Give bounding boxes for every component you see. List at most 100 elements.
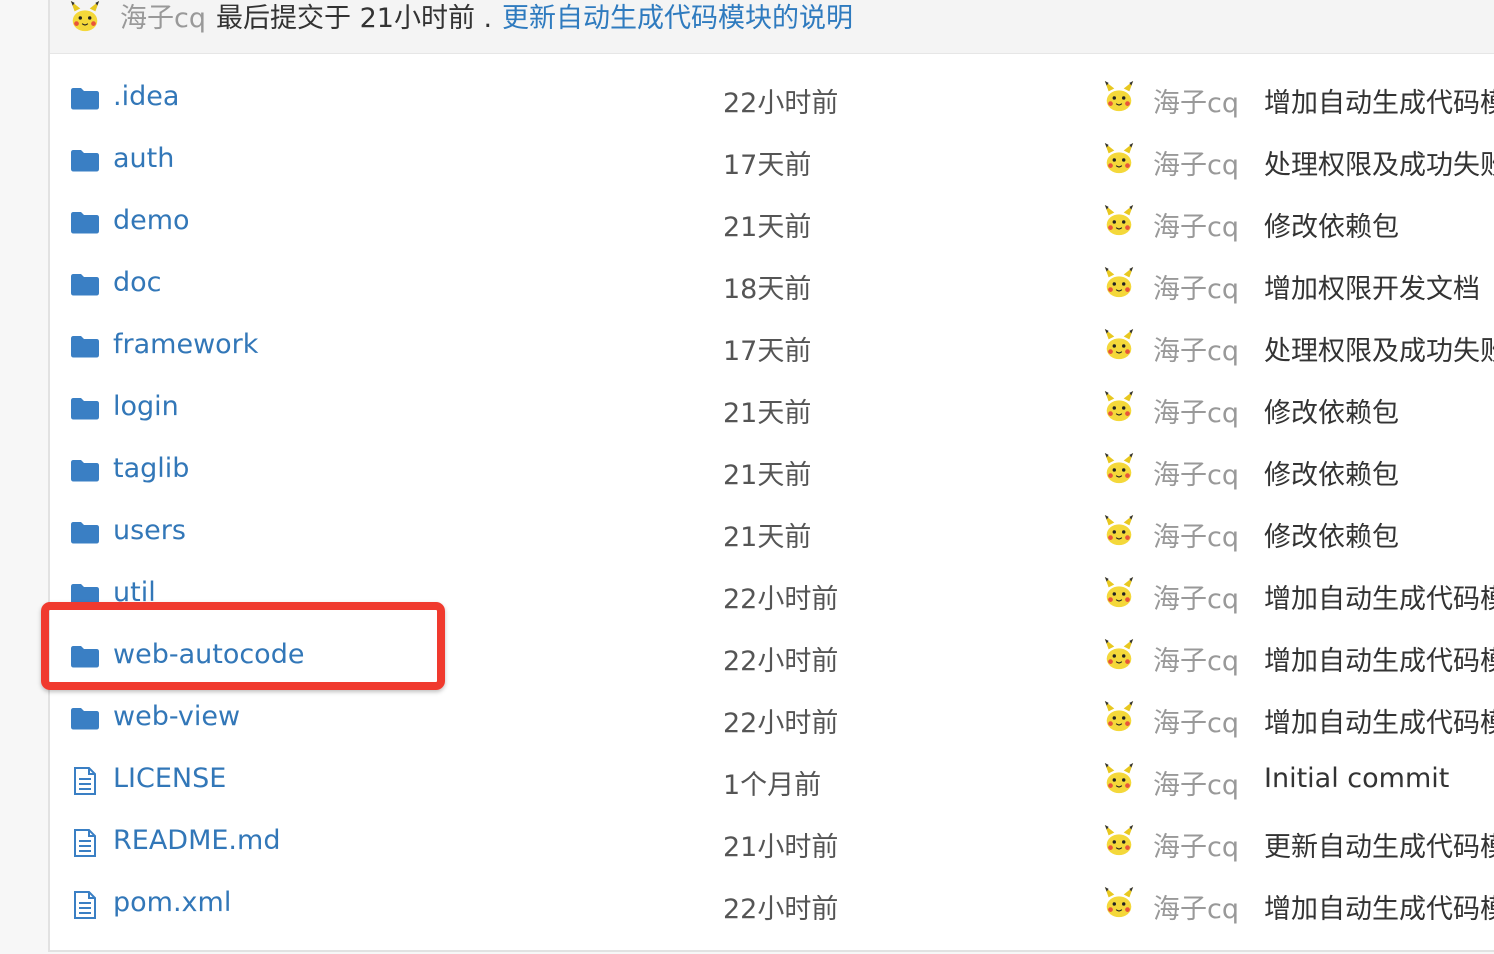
- file-updated-time: 22小时前: [723, 894, 839, 925]
- file-name-link[interactable]: util: [113, 577, 156, 608]
- file-commit-message[interactable]: 处理权限及成功失败: [1264, 329, 1494, 368]
- avatar[interactable]: [1102, 80, 1136, 118]
- file-row[interactable]: taglib 21天前 海子cq 修改依赖包: [50, 440, 1494, 502]
- file-commit-author[interactable]: 海子cq: [1153, 825, 1239, 864]
- file-row[interactable]: README.md 21小时前 海子cq 更新自动生成代码模: [50, 812, 1494, 874]
- file-name-link[interactable]: auth: [113, 143, 174, 174]
- file-row[interactable]: users 21天前 海子cq 修改依赖包: [50, 502, 1494, 564]
- file-updated-time: 21小时前: [723, 832, 839, 863]
- file-commit-author[interactable]: 海子cq: [1153, 329, 1239, 368]
- avatar[interactable]: [1102, 390, 1136, 428]
- avatar[interactable]: [1102, 576, 1136, 614]
- file-commit-message[interactable]: 修改依赖包: [1264, 453, 1399, 492]
- file-commit-message[interactable]: 增加自动生成代码模: [1264, 701, 1494, 740]
- avatar[interactable]: [1102, 328, 1136, 366]
- file-row[interactable]: web-autocode 22小时前 海子cq 增加自动生成代码模: [50, 626, 1494, 688]
- file-commit-author[interactable]: 海子cq: [1153, 453, 1239, 492]
- file-commit-author[interactable]: 海子cq: [1153, 577, 1239, 616]
- file-name-link[interactable]: web-autocode: [113, 639, 304, 670]
- file-commit-message[interactable]: 增加自动生成代码模: [1264, 639, 1494, 678]
- file-row[interactable]: LICENSE 1个月前 海子cq Initial commit: [50, 750, 1494, 812]
- last-commit-message-link[interactable]: 更新自动生成代码模块的说明: [502, 0, 853, 35]
- file-name-link[interactable]: LICENSE: [113, 763, 226, 794]
- file-name-link[interactable]: doc: [113, 267, 162, 298]
- file-commit-message[interactable]: 更新自动生成代码模: [1264, 825, 1494, 864]
- file-commit-message[interactable]: 增加权限开发文档: [1264, 267, 1480, 306]
- avatar[interactable]: [1102, 638, 1136, 676]
- folder-icon: [70, 208, 100, 238]
- file-name-link[interactable]: login: [113, 391, 179, 422]
- file-row[interactable]: doc 18天前 海子cq 增加权限开发文档: [50, 254, 1494, 316]
- file-commit-message[interactable]: 修改依赖包: [1264, 515, 1399, 554]
- file-commit-message[interactable]: 增加自动生成代码模: [1264, 81, 1494, 120]
- file-row[interactable]: web-view 22小时前 海子cq 增加自动生成代码模: [50, 688, 1494, 750]
- file-row[interactable]: util 22小时前 海子cq 增加自动生成代码模: [50, 564, 1494, 626]
- file-commit-author[interactable]: 海子cq: [1153, 143, 1239, 182]
- avatar[interactable]: [68, 0, 102, 38]
- folder-icon: [70, 580, 100, 610]
- file-commit-author[interactable]: 海子cq: [1153, 887, 1239, 926]
- file-commit-message[interactable]: 增加自动生成代码模: [1264, 887, 1494, 926]
- file-updated-time: 17天前: [723, 150, 812, 181]
- avatar[interactable]: [1102, 142, 1136, 180]
- file-row[interactable]: auth 17天前 海子cq 处理权限及成功失败: [50, 130, 1494, 192]
- file-name-link[interactable]: users: [113, 515, 186, 546]
- last-commit-author[interactable]: 海子cq: [120, 0, 206, 35]
- folder-icon: [70, 84, 100, 114]
- file-updated-time: 17天前: [723, 336, 812, 367]
- avatar[interactable]: [1102, 266, 1136, 304]
- avatar[interactable]: [1102, 204, 1136, 242]
- avatar[interactable]: [1102, 886, 1136, 924]
- avatar[interactable]: [1102, 824, 1136, 862]
- last-commit-time: 最后提交于 21小时前 .: [216, 3, 493, 34]
- file-commit-message[interactable]: Initial commit: [1264, 763, 1449, 794]
- file-row[interactable]: demo 21天前 海子cq 修改依赖包: [50, 192, 1494, 254]
- file-updated-time: 1个月前: [723, 770, 822, 801]
- repo-file-panel: 海子cq 最后提交于 21小时前 . 更新自动生成代码模块的说明 .idea 22…: [48, 0, 1494, 952]
- file-name-link[interactable]: framework: [113, 329, 258, 360]
- file-commit-message[interactable]: 修改依赖包: [1264, 205, 1399, 244]
- file-icon: [70, 766, 100, 796]
- file-updated-time: 22小时前: [723, 584, 839, 615]
- avatar[interactable]: [1102, 700, 1136, 738]
- avatar[interactable]: [1102, 762, 1136, 800]
- file-name-link[interactable]: pom.xml: [113, 887, 231, 918]
- file-row[interactable]: login 21天前 海子cq 修改依赖包: [50, 378, 1494, 440]
- file-name-link[interactable]: README.md: [113, 825, 280, 856]
- file-name-link[interactable]: demo: [113, 205, 190, 236]
- file-commit-author[interactable]: 海子cq: [1153, 267, 1239, 306]
- avatar[interactable]: [1102, 514, 1136, 552]
- folder-icon: [70, 270, 100, 300]
- folder-icon: [70, 146, 100, 176]
- file-updated-time: 21天前: [723, 460, 812, 491]
- folder-icon: [70, 394, 100, 424]
- file-commit-author[interactable]: 海子cq: [1153, 515, 1239, 554]
- file-name-link[interactable]: .idea: [113, 81, 179, 112]
- file-commit-message[interactable]: 增加自动生成代码模: [1264, 577, 1494, 616]
- file-row[interactable]: framework 17天前 海子cq 处理权限及成功失败: [50, 316, 1494, 378]
- file-commit-message[interactable]: 修改依赖包: [1264, 391, 1399, 430]
- file-commit-author[interactable]: 海子cq: [1153, 701, 1239, 740]
- folder-icon: [70, 518, 100, 548]
- avatar[interactable]: [1102, 452, 1136, 490]
- folder-icon: [70, 704, 100, 734]
- file-name-link[interactable]: taglib: [113, 453, 189, 484]
- file-commit-author[interactable]: 海子cq: [1153, 391, 1239, 430]
- file-updated-time: 22小时前: [723, 88, 839, 119]
- folder-icon: [70, 456, 100, 486]
- file-commit-author[interactable]: 海子cq: [1153, 763, 1239, 802]
- file-updated-time: 21天前: [723, 398, 812, 429]
- file-name-link[interactable]: web-view: [113, 701, 240, 732]
- folder-icon: [70, 642, 100, 672]
- file-row[interactable]: pom.xml 22小时前 海子cq 增加自动生成代码模: [50, 874, 1494, 936]
- file-updated-time: 21天前: [723, 212, 812, 243]
- folder-icon: [70, 332, 100, 362]
- file-updated-time: 18天前: [723, 274, 812, 305]
- file-commit-author[interactable]: 海子cq: [1153, 81, 1239, 120]
- file-commit-author[interactable]: 海子cq: [1153, 205, 1239, 244]
- file-updated-time: 22小时前: [723, 708, 839, 739]
- file-row[interactable]: .idea 22小时前 海子cq 增加自动生成代码模: [50, 68, 1494, 130]
- file-commit-message[interactable]: 处理权限及成功失败: [1264, 143, 1494, 182]
- file-updated-time: 21天前: [723, 522, 812, 553]
- file-commit-author[interactable]: 海子cq: [1153, 639, 1239, 678]
